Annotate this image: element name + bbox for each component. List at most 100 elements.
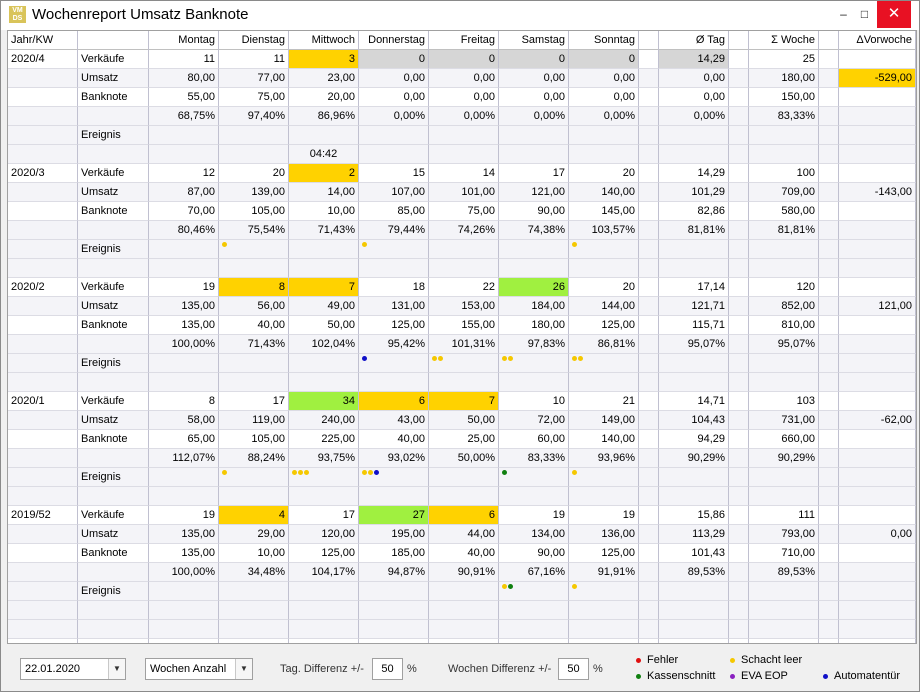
- cell-freitag[interactable]: 6: [429, 506, 499, 525]
- delta-cell[interactable]: [839, 354, 916, 373]
- avg-cell[interactable]: [659, 601, 729, 620]
- cell-montag[interactable]: 70,00: [149, 202, 219, 221]
- cell-donnerstag[interactable]: 195,00: [359, 525, 429, 544]
- cell-freitag[interactable]: 75,00: [429, 202, 499, 221]
- cell-samstag[interactable]: [499, 126, 569, 145]
- cell-sonntag[interactable]: [569, 373, 639, 392]
- cell-montag[interactable]: 68,75%: [149, 107, 219, 126]
- avg-cell[interactable]: [659, 373, 729, 392]
- cell-freitag[interactable]: [429, 601, 499, 620]
- cell-sonntag[interactable]: 20: [569, 164, 639, 183]
- cell-dienstag[interactable]: 56,00: [219, 297, 289, 316]
- delta-cell[interactable]: [839, 468, 916, 487]
- cell-dienstag[interactable]: 40,00: [219, 316, 289, 335]
- sum-cell[interactable]: 111: [749, 506, 819, 525]
- cell-freitag[interactable]: 0: [429, 50, 499, 69]
- cell-sonntag[interactable]: 140,00: [569, 430, 639, 449]
- cell-montag[interactable]: [149, 354, 219, 373]
- cell-mittwoch[interactable]: [289, 354, 359, 373]
- cell-samstag[interactable]: [499, 582, 569, 601]
- cell-freitag[interactable]: 44,00: [429, 525, 499, 544]
- cell-dienstag[interactable]: 97,40%: [219, 107, 289, 126]
- cell-dienstag[interactable]: 119,00: [219, 411, 289, 430]
- avg-cell[interactable]: [659, 354, 729, 373]
- cell-dienstag[interactable]: [219, 373, 289, 392]
- cell-samstag[interactable]: [499, 468, 569, 487]
- avg-cell[interactable]: [659, 468, 729, 487]
- date-picker[interactable]: 22.01.2020 ▼: [20, 658, 126, 680]
- cell-montag[interactable]: [149, 601, 219, 620]
- sum-cell[interactable]: [749, 354, 819, 373]
- cell-samstag[interactable]: 134,00: [499, 525, 569, 544]
- cell-dienstag[interactable]: [219, 126, 289, 145]
- sum-cell[interactable]: 120: [749, 278, 819, 297]
- sum-cell[interactable]: 150,00: [749, 88, 819, 107]
- cell-dienstag[interactable]: 4: [219, 506, 289, 525]
- delta-cell[interactable]: [839, 126, 916, 145]
- cell-mittwoch[interactable]: 104,17%: [289, 563, 359, 582]
- cell-dienstag[interactable]: 10,00: [219, 544, 289, 563]
- cell-mittwoch[interactable]: 7: [289, 278, 359, 297]
- delta-cell[interactable]: [839, 335, 916, 354]
- delta-cell[interactable]: [839, 316, 916, 335]
- cell-sonntag[interactable]: [569, 126, 639, 145]
- cell-donnerstag[interactable]: [359, 582, 429, 601]
- cell-sonntag[interactable]: [569, 259, 639, 278]
- cell-sonntag[interactable]: 86,81%: [569, 335, 639, 354]
- cell-mittwoch[interactable]: [289, 240, 359, 259]
- cell-samstag[interactable]: [499, 373, 569, 392]
- sum-cell[interactable]: 709,00: [749, 183, 819, 202]
- cell-sonntag[interactable]: 0,00: [569, 69, 639, 88]
- sum-cell[interactable]: [749, 601, 819, 620]
- cell-montag[interactable]: 112,07%: [149, 449, 219, 468]
- cell-montag[interactable]: 100,00%: [149, 335, 219, 354]
- cell-samstag[interactable]: 26: [499, 278, 569, 297]
- chevron-down-icon[interactable]: ▼: [108, 659, 125, 679]
- cell-dienstag[interactable]: 77,00: [219, 69, 289, 88]
- cell-samstag[interactable]: [499, 259, 569, 278]
- delta-cell[interactable]: [839, 221, 916, 240]
- cell-mittwoch[interactable]: [289, 373, 359, 392]
- cell-mittwoch[interactable]: [289, 582, 359, 601]
- cell-sonntag[interactable]: [569, 145, 639, 164]
- cell-freitag[interactable]: [429, 126, 499, 145]
- cell-freitag[interactable]: 14: [429, 164, 499, 183]
- cell-donnerstag[interactable]: [359, 373, 429, 392]
- cell-freitag[interactable]: 155,00: [429, 316, 499, 335]
- cell-mittwoch[interactable]: 93,75%: [289, 449, 359, 468]
- sum-cell[interactable]: 81,81%: [749, 221, 819, 240]
- cell-mittwoch[interactable]: 04:42: [289, 145, 359, 164]
- delta-cell[interactable]: -529,00: [839, 69, 916, 88]
- column-header-2[interactable]: Montag: [149, 31, 219, 50]
- column-header-7[interactable]: Samstag: [499, 31, 569, 50]
- cell-montag[interactable]: 11: [149, 50, 219, 69]
- column-header-14[interactable]: ΔVorwoche: [839, 31, 916, 50]
- cell-montag[interactable]: [149, 259, 219, 278]
- cell-samstag[interactable]: 0,00%: [499, 107, 569, 126]
- cell-donnerstag[interactable]: 94,87%: [359, 563, 429, 582]
- delta-cell[interactable]: [839, 164, 916, 183]
- cell-mittwoch[interactable]: 17: [289, 506, 359, 525]
- cell-dienstag[interactable]: 75,00: [219, 88, 289, 107]
- sum-cell[interactable]: 852,00: [749, 297, 819, 316]
- cell-sonntag[interactable]: 140,00: [569, 183, 639, 202]
- column-header-5[interactable]: Donnerstag: [359, 31, 429, 50]
- cell-sonntag[interactable]: [569, 582, 639, 601]
- avg-cell[interactable]: 14,71: [659, 392, 729, 411]
- cell-montag[interactable]: 135,00: [149, 316, 219, 335]
- delta-cell[interactable]: [839, 392, 916, 411]
- avg-cell[interactable]: 0,00: [659, 69, 729, 88]
- cell-montag[interactable]: 135,00: [149, 297, 219, 316]
- cell-montag[interactable]: 8: [149, 392, 219, 411]
- cell-samstag[interactable]: 0: [499, 50, 569, 69]
- cell-freitag[interactable]: 22: [429, 278, 499, 297]
- column-header-1[interactable]: [78, 31, 149, 50]
- cell-sonntag[interactable]: 19: [569, 506, 639, 525]
- cell-donnerstag[interactable]: [359, 468, 429, 487]
- cell-freitag[interactable]: 0,00: [429, 69, 499, 88]
- delta-cell[interactable]: [839, 240, 916, 259]
- column-header-12[interactable]: Σ Woche: [749, 31, 819, 50]
- cell-dienstag[interactable]: [219, 240, 289, 259]
- cell-freitag[interactable]: 25,00: [429, 430, 499, 449]
- avg-cell[interactable]: 94,29: [659, 430, 729, 449]
